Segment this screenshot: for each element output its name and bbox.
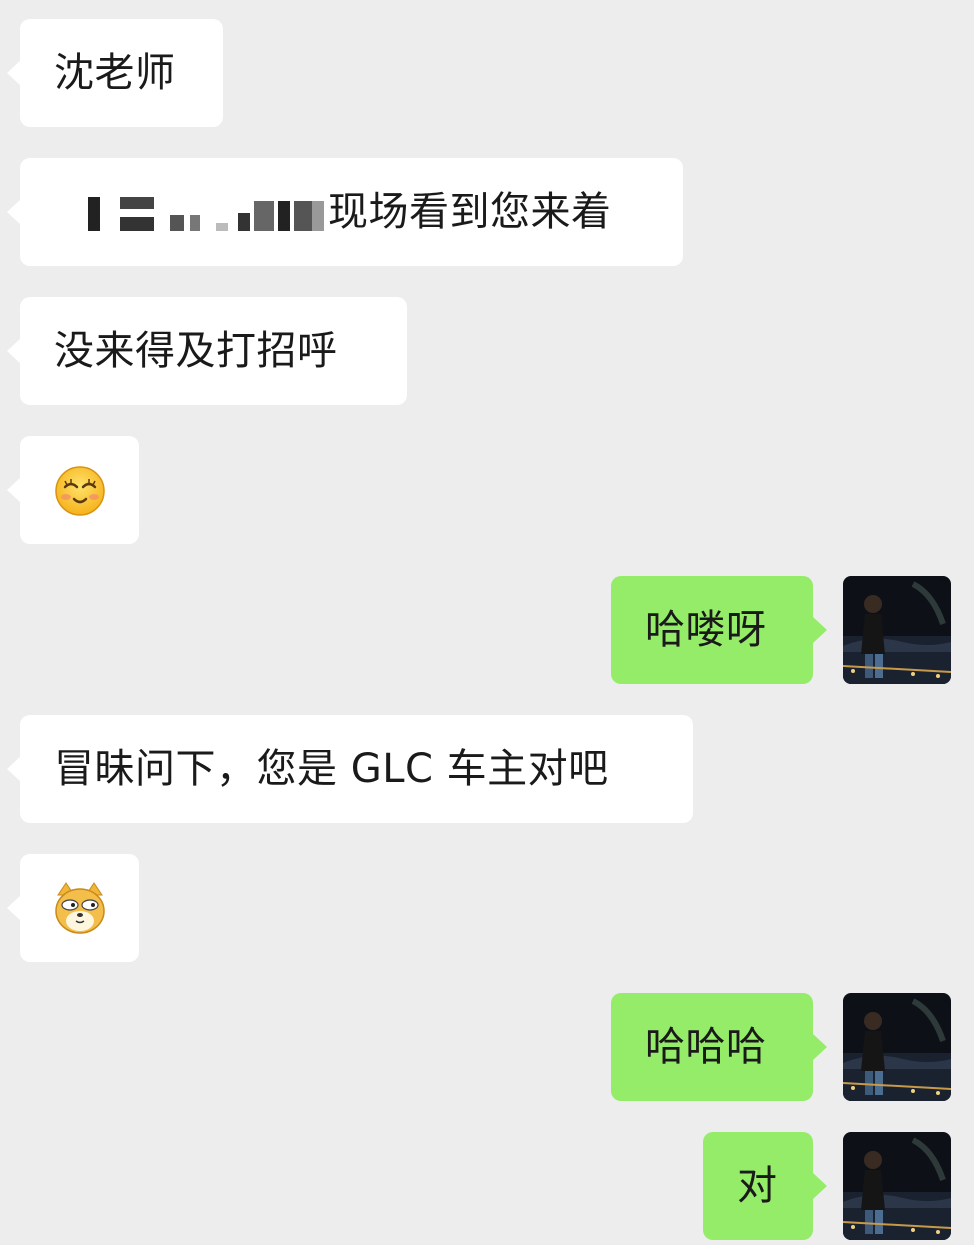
message-text: 冒昧问下，您是 GLC 车主对吧 [54,746,609,792]
message-text: 哈哈哈 [645,1024,767,1070]
incoming-message-bubble[interactable]: 现场看到您来着 [7,158,683,266]
redacted-text-block [28,187,324,233]
message-text: 沈老师 [54,50,176,96]
incoming-message-bubble[interactable]: 冒昧问下，您是 GLC 车主对吧 [7,715,693,823]
incoming-message-bubble[interactable]: 沈老师 [7,19,223,127]
message-text: 没来得及打招呼 [54,328,338,374]
outgoing-message-bubble[interactable]: 哈喽呀 [611,576,827,684]
incoming-emoji-bubble[interactable] [7,854,139,962]
user-avatar[interactable] [843,1132,951,1240]
chat-window: 沈老师 现场看到您来着 没来得及打招呼 哈喽呀 冒昧问下，您是 GLC 车主对吧… [0,0,974,1245]
user-avatar[interactable] [843,576,951,684]
message-text: 对 [737,1163,778,1209]
message-text: 现场看到您来着 [328,189,612,235]
incoming-emoji-bubble[interactable] [7,436,139,544]
message-text: 哈喽呀 [645,607,767,653]
shy-smile-emoji-icon [54,463,106,517]
outgoing-message-bubble[interactable]: 对 [703,1132,827,1240]
user-avatar[interactable] [843,993,951,1101]
outgoing-message-bubble[interactable]: 哈哈哈 [611,993,827,1101]
incoming-message-bubble[interactable]: 没来得及打招呼 [7,297,407,405]
doge-emoji-icon [54,881,106,935]
